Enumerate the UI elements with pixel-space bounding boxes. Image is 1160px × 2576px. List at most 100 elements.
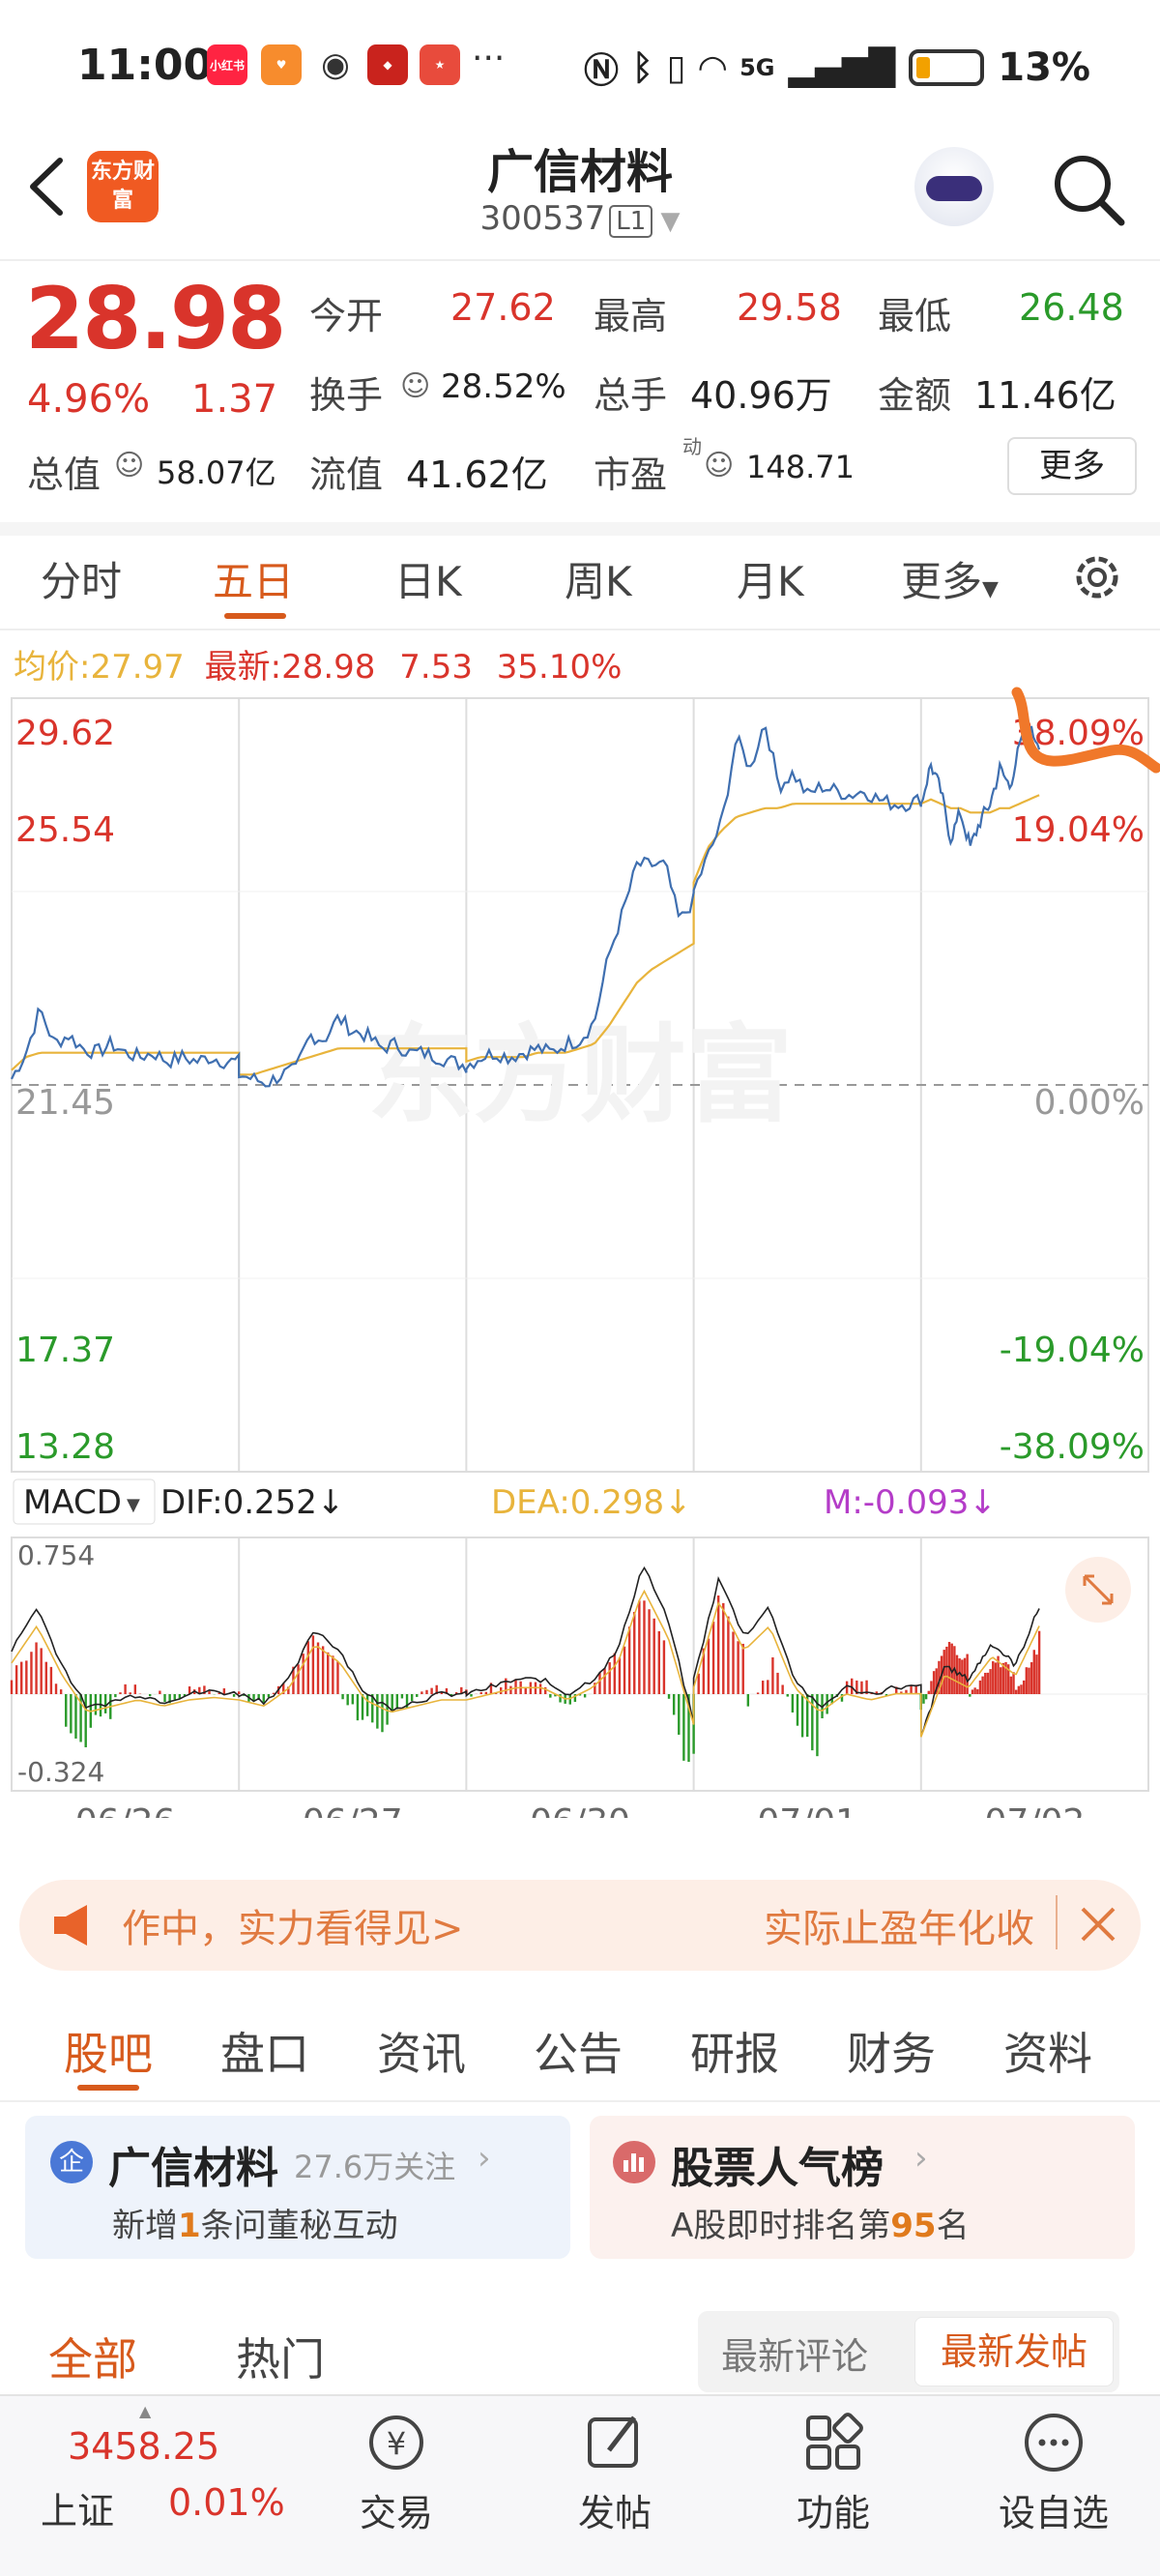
tab-research[interactable]: 研报: [690, 2019, 779, 2083]
macd-bar: [627, 1626, 631, 1694]
macd-bar: [40, 1648, 43, 1694]
banner-divider: [1056, 1895, 1058, 1949]
tab-monthly-k[interactable]: 月K: [737, 549, 804, 608]
index-pct[interactable]: 0.01%: [168, 2481, 285, 2524]
filter-all[interactable]: 全部: [48, 2325, 137, 2388]
macd-bar: [35, 1642, 38, 1694]
macd-bar: [1000, 1667, 1002, 1694]
more-quote-button[interactable]: 更多: [1007, 437, 1137, 495]
macd-bar: [74, 1694, 77, 1739]
macd-bar: [44, 1661, 47, 1694]
tab-intraday[interactable]: 分时: [41, 549, 122, 608]
price-tick-label: 25.54: [15, 810, 115, 850]
battery-percent: 13%: [998, 45, 1090, 90]
macd-bar: [232, 1694, 236, 1697]
nav-functions[interactable]: 功能: [756, 2396, 911, 2536]
card-subline: 新增1条问董秘互动: [112, 2207, 398, 2245]
macd-bar: [716, 1595, 720, 1694]
macd-bar: [932, 1671, 936, 1694]
tab-profile[interactable]: 资料: [1003, 2019, 1092, 2083]
macd-bar: [697, 1673, 700, 1694]
macd-bar: [1025, 1667, 1029, 1694]
macd-bar: [25, 1660, 28, 1694]
promo-banner[interactable]: 作中，实力看得见> 实际止盈年化收: [19, 1880, 1141, 1971]
search-icon[interactable]: [1050, 151, 1127, 228]
macd-bar: [973, 1687, 976, 1694]
change-percent: 4.96%: [27, 377, 151, 422]
float-cap-label: 流值: [309, 454, 384, 496]
sort-toggle: 最新评论 最新发帖: [698, 2311, 1119, 2392]
turnover-value: 28.52%: [441, 367, 566, 406]
macd-bar: [538, 1683, 542, 1694]
amount-value: 11.46亿: [974, 374, 1116, 417]
macd-bar: [732, 1631, 735, 1694]
macd-bar: [741, 1643, 744, 1694]
macd-bar: [1014, 1689, 1018, 1694]
current-price: 28.98: [25, 269, 286, 368]
tab-five-day[interactable]: 五日: [213, 549, 294, 608]
macd-bar: [302, 1654, 304, 1694]
info-icon[interactable]: ☺: [704, 449, 734, 483]
tab-pankou[interactable]: 盘口: [220, 2019, 309, 2083]
period-change: 7.53: [399, 648, 473, 687]
macd-bar: [420, 1691, 423, 1694]
tab-guba[interactable]: 股吧: [64, 2019, 153, 2083]
info-icon[interactable]: ☺: [400, 369, 430, 403]
gear-icon[interactable]: [1067, 547, 1127, 607]
popularity-card[interactable]: 股票人气榜 › A股即时排名第95名: [590, 2116, 1135, 2259]
tab-announcements[interactable]: 公告: [534, 2019, 623, 2083]
macd-bar: [771, 1656, 774, 1694]
chart-summary: 均价:27.97 最新:28.98 7.53 35.10%: [14, 648, 623, 687]
robot-assistant-icon[interactable]: [914, 147, 994, 226]
macd-bar: [927, 1690, 930, 1694]
wifi-icon: ◠: [699, 47, 727, 88]
nav-add-watchlist[interactable]: 设自选: [976, 2396, 1131, 2536]
macd-bar: [958, 1658, 961, 1694]
health-app-icon: ♥: [261, 44, 302, 85]
macd-bar: [148, 1694, 152, 1697]
info-icon[interactable]: ☺: [114, 449, 144, 483]
filter-hot[interactable]: 热门: [236, 2325, 325, 2388]
macd-bar: [163, 1694, 166, 1703]
pe-value: 148.71: [746, 449, 855, 485]
macd-bar: [410, 1694, 414, 1701]
macd-bar: [119, 1692, 122, 1694]
tab-news[interactable]: 资讯: [377, 2019, 466, 2083]
macd-bar: [711, 1622, 715, 1694]
battery-icon: [909, 49, 985, 86]
index-name[interactable]: 上证: [41, 2481, 114, 2534]
tab-weekly-k[interactable]: 周K: [565, 549, 632, 608]
macd-min-label: -0.324: [17, 1756, 104, 1788]
macd-bar: [70, 1694, 72, 1734]
macd-bar: [1030, 1661, 1033, 1694]
nav-post[interactable]: 发帖: [537, 2396, 692, 2536]
macd-bar: [336, 1661, 339, 1694]
tab-more[interactable]: 更多▼: [901, 549, 999, 608]
sort-latest-post[interactable]: 最新发帖: [914, 2317, 1114, 2386]
market-cap-label: 总值: [27, 454, 102, 496]
nfc-icon: Ⓝ: [583, 51, 619, 91]
tab-daily-k[interactable]: 日K: [394, 549, 462, 608]
macd-bar: [648, 1609, 651, 1694]
sort-latest-comment[interactable]: 最新评论: [721, 2327, 868, 2380]
nav-trade[interactable]: ¥ 交易: [319, 2396, 474, 2536]
chevron-right-icon: ›: [914, 2139, 928, 2178]
svg-text:¥: ¥: [387, 2425, 406, 2462]
index-value[interactable]: 3458.25: [68, 2425, 219, 2468]
chevron-down-icon: ▼: [982, 577, 999, 601]
company-card[interactable]: 企 广信材料 27.6万关注 › 新增1条问董秘互动: [25, 2116, 570, 2259]
macd-dea: DEA:0.298↓: [491, 1483, 692, 1522]
close-icon[interactable]: [1079, 1905, 1117, 1944]
five-day-chart[interactable]: 东方财富 29.6225.5421.4517.3713.28 38.09%19.…: [0, 687, 1160, 1818]
macd-bar: [678, 1694, 681, 1735]
avg-price: 27.97: [90, 648, 185, 687]
macd-bar: [633, 1611, 636, 1694]
card-title: 股票人气榜: [671, 2144, 884, 2193]
macd-bar: [638, 1600, 641, 1694]
chevron-down-icon: ▼: [127, 1495, 140, 1515]
macd-bar: [10, 1680, 14, 1694]
macd-bar: [208, 1690, 211, 1694]
turnover-label: 换手: [309, 374, 384, 417]
tab-finance[interactable]: 财务: [847, 2019, 936, 2083]
macd-bar: [129, 1692, 131, 1694]
